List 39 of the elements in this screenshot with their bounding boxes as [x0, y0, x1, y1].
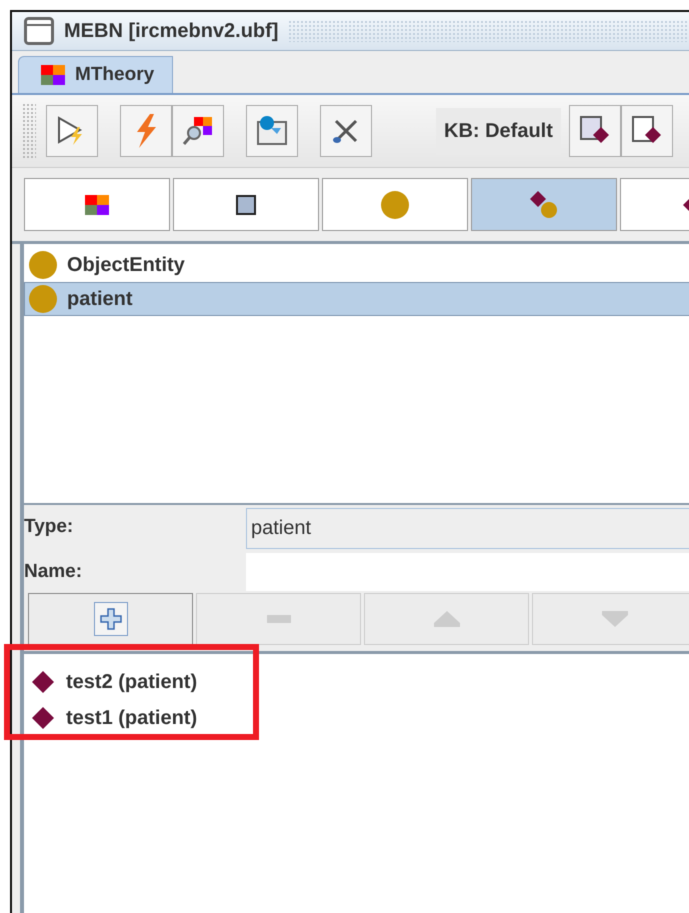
instance-item[interactable]: test2 (patient) — [24, 664, 689, 700]
square-icon — [236, 194, 256, 214]
plus-icon — [94, 602, 128, 636]
diamond-icon — [32, 707, 54, 729]
screen-icon — [255, 114, 289, 148]
window-title: MEBN [ircmebnv2.ubf] — [64, 20, 278, 42]
toolbar-grip[interactable] — [22, 103, 36, 159]
lightning-icon — [134, 114, 158, 148]
load-kb-button[interactable] — [620, 105, 673, 157]
minus-icon — [266, 615, 290, 623]
compile-button[interactable] — [120, 105, 172, 157]
grid-icon — [85, 194, 109, 214]
add-button[interactable] — [28, 593, 193, 645]
circle-icon — [381, 190, 409, 218]
window-icon — [24, 17, 54, 45]
diamond-icon — [32, 671, 54, 693]
grid-icon — [41, 65, 65, 85]
tab[interactable]: MTheory — [18, 56, 174, 93]
type-label: Type: — [24, 515, 74, 539]
mode-tab[interactable] — [471, 178, 617, 231]
query-button[interactable] — [246, 105, 298, 157]
instance-item[interactable]: test1 (patient) — [24, 700, 689, 736]
entity-item[interactable]: ObjectEntity — [24, 248, 689, 282]
mode-tab[interactable] — [24, 178, 170, 231]
inspect-button[interactable] — [172, 105, 224, 157]
diamond-circle-icon — [530, 190, 558, 218]
circle-icon — [29, 251, 57, 279]
run-button[interactable] — [46, 105, 98, 157]
down-arrow-icon — [602, 611, 628, 627]
type-field[interactable]: patient — [246, 508, 689, 549]
name-label: Name: — [24, 560, 84, 584]
magnifier-grid-icon — [182, 115, 214, 147]
save-kb-button[interactable] — [568, 105, 621, 157]
tools-button[interactable] — [320, 105, 372, 157]
circle-icon — [29, 285, 57, 313]
mode-tab[interactable] — [173, 178, 319, 231]
mode-tab[interactable] — [322, 178, 468, 231]
up-arrow-icon — [434, 611, 460, 627]
entity-item[interactable]: patient — [24, 282, 689, 316]
